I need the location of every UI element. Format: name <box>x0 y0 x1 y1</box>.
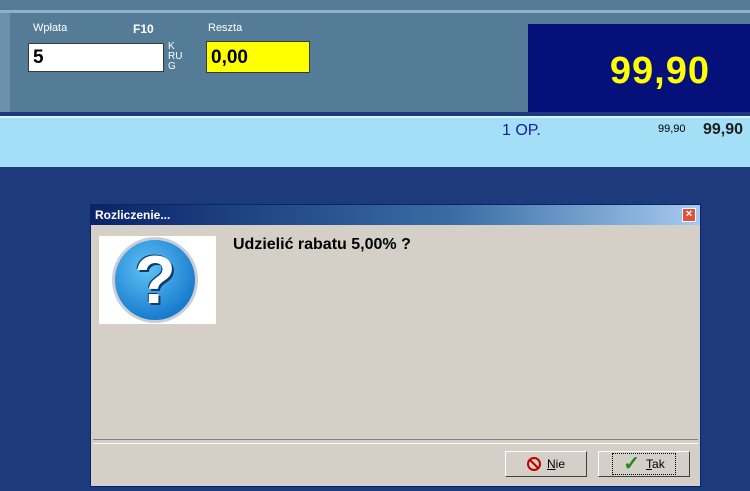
no-button-label: Nie <box>546 457 565 471</box>
price-small: 99,90 <box>658 123 686 135</box>
reszta-value: 0,00 <box>206 41 310 73</box>
checkmark-icon: ✓ <box>623 453 641 475</box>
shortcut-label: F10 <box>133 22 154 36</box>
item-row: 1 OP. 99,90 99,90 <box>0 116 750 167</box>
op-label: 1 OP. <box>502 122 541 139</box>
yes-button-label: Tak <box>646 457 665 471</box>
yes-button[interactable]: ✓ Tak <box>598 451 690 477</box>
button-bar: Nie ✓ Tak <box>93 443 698 484</box>
kurs-label: K RU G <box>168 42 182 72</box>
top-left-edge <box>0 13 10 112</box>
close-icon[interactable]: × <box>682 208 696 222</box>
yes-button-focus: ✓ Tak <box>612 453 676 475</box>
dialog-body: ? Udzielić rabatu 5,00% ? <box>93 227 698 440</box>
top-border <box>0 10 750 13</box>
dialog-title: Rozliczenie... <box>95 208 171 222</box>
total-panel: 99,90 <box>528 24 750 112</box>
dialog-titlebar[interactable]: Rozliczenie... × <box>91 205 700 225</box>
no-entry-icon <box>526 457 541 471</box>
total-value: 99,90 <box>609 50 710 92</box>
reszta-label: Reszta <box>208 22 243 34</box>
top-panel: Wpłata F10 Reszta 5 K RU G 0,00 99,90 <box>0 0 750 112</box>
kurs-line-3: G <box>168 61 176 72</box>
dialog-message: Udzielić rabatu 5,00% ? <box>233 236 411 253</box>
wplata-label: Wpłata <box>33 22 68 34</box>
question-icon: ? <box>112 237 198 323</box>
icon-frame: ? <box>99 236 216 324</box>
no-button[interactable]: Nie <box>505 451 587 477</box>
rozliczenie-dialog: Rozliczenie... × ? Udzielić rabatu 5,00%… <box>90 204 701 487</box>
price-large: 99,90 <box>703 121 744 138</box>
wplata-input[interactable]: 5 <box>28 43 164 72</box>
